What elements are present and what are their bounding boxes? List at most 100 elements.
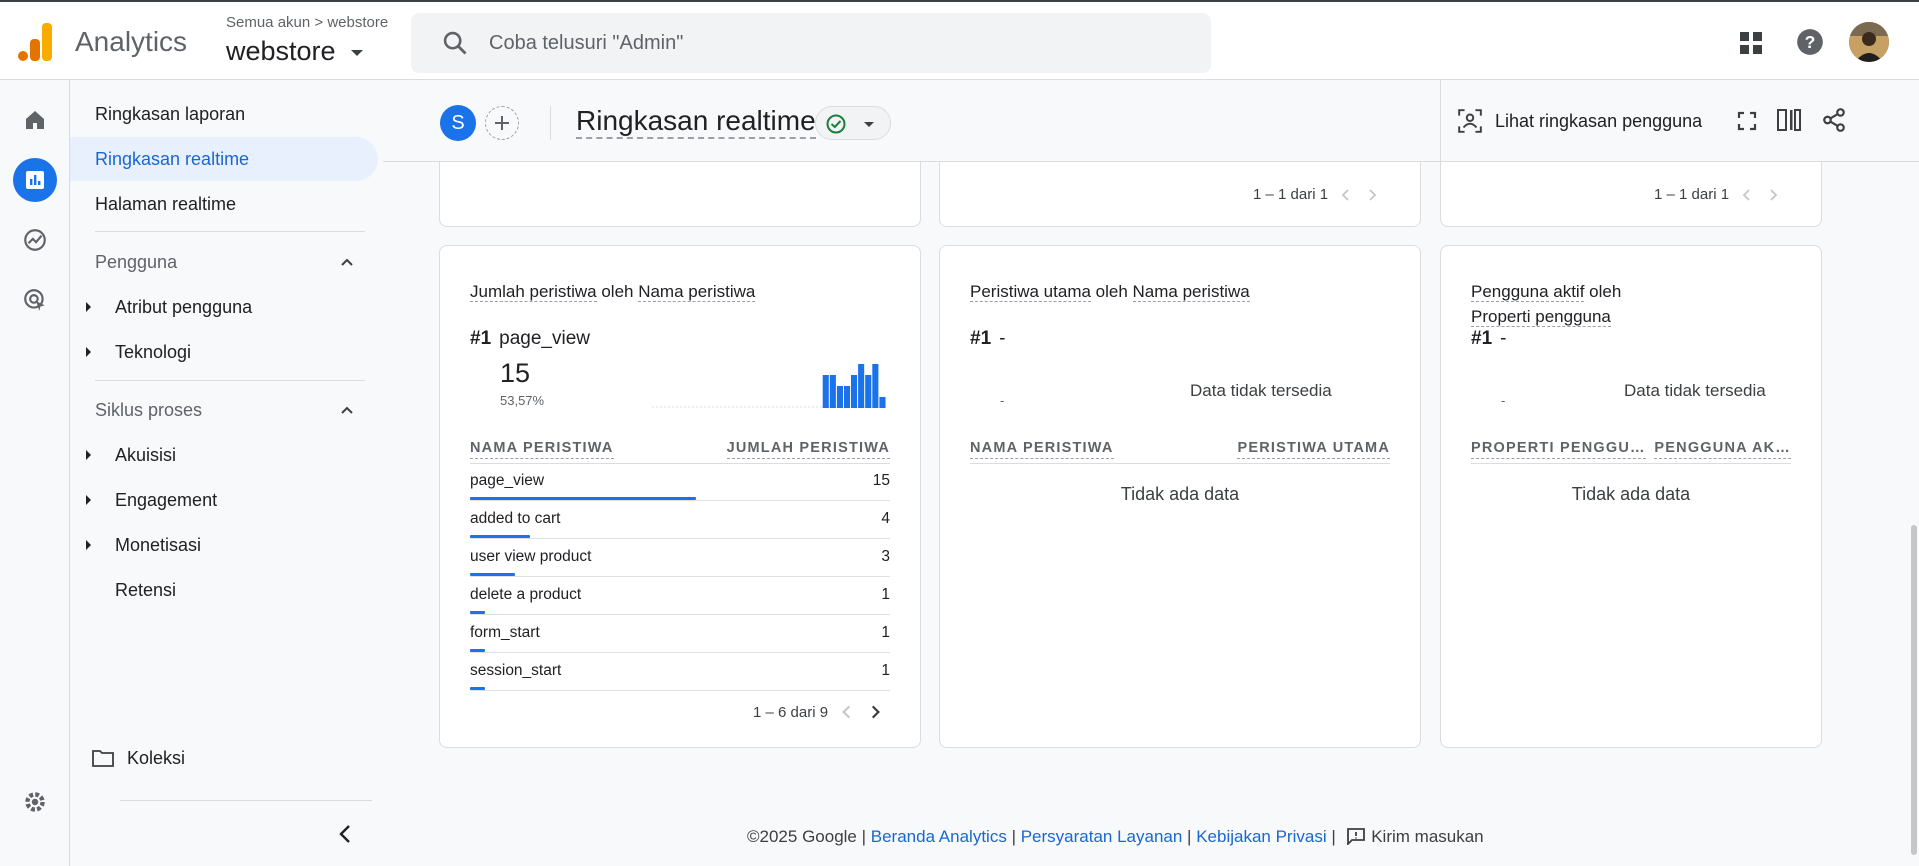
nav-item-realtime-overview[interactable]: Ringkasan realtime: [70, 137, 378, 181]
row-value: 15: [872, 472, 890, 489]
column-header-user-property[interactable]: PROPERTI PENGGU…: [1471, 440, 1646, 459]
chart-bar: [844, 386, 851, 408]
home-icon[interactable]: [13, 98, 57, 142]
chevron-left-icon[interactable]: [1338, 187, 1354, 203]
nav-item-retention[interactable]: Retensi: [70, 568, 378, 612]
apps-grid-icon[interactable]: [1739, 31, 1763, 55]
chevron-right-icon[interactable]: [1765, 187, 1781, 203]
search-bar[interactable]: [411, 13, 1211, 73]
chart-no-data: Data tidak tersedia: [1624, 381, 1766, 400]
nav-item-report-summary[interactable]: Ringkasan laporan: [70, 92, 378, 136]
pager: 1 – 1 dari 1: [1654, 186, 1781, 203]
explore-icon[interactable]: [13, 218, 57, 262]
avatar[interactable]: [1849, 22, 1889, 62]
nav-item-collections[interactable]: Koleksi: [70, 736, 378, 780]
nav-item-realtime-pages[interactable]: Halaman realtime: [70, 182, 378, 226]
analytics-logo-icon[interactable]: [18, 23, 52, 61]
expand-arrow-icon: [86, 302, 91, 312]
chart-bar: [872, 364, 879, 408]
chevron-up-icon: [341, 258, 353, 266]
card-title[interactable]: Peristiwa utama oleh Nama peristiwa: [970, 279, 1250, 304]
column-header-event-name[interactable]: NAMA PERISTIWA: [970, 440, 1114, 459]
divider: [120, 800, 372, 801]
chevron-right-icon[interactable]: [866, 703, 884, 721]
row-label: page_view: [470, 472, 545, 489]
divider: [95, 380, 365, 381]
breadcrumb[interactable]: Semua akun > webstore: [226, 14, 388, 31]
card-title[interactable]: Pengguna aktif oleh Properti pengguna: [1471, 279, 1621, 329]
row-label: added to cart: [470, 510, 561, 527]
divider: [1471, 463, 1791, 464]
table-row[interactable]: added to cart 4: [470, 501, 890, 539]
comparison-chip[interactable]: S: [440, 105, 476, 141]
caret-down-icon: [864, 122, 874, 127]
row-label: form_start: [470, 624, 540, 641]
nav-section-lifecycle[interactable]: Siklus proses: [70, 388, 370, 432]
share-icon[interactable]: [1821, 107, 1847, 133]
compare-columns-icon[interactable]: [1776, 108, 1802, 132]
card-event-count: Jumlah peristiwa oleh Nama peristiwa #1 p…: [439, 245, 921, 748]
row-proportion-bar: [470, 649, 486, 652]
row-label: session_start: [470, 662, 562, 679]
divider: [970, 463, 1390, 464]
card-active-users: Pengguna aktif oleh Properti pengguna #1-…: [1440, 245, 1822, 748]
send-feedback-button[interactable]: Kirim masukan: [1346, 827, 1484, 847]
card-title[interactable]: Jumlah peristiwa oleh Nama peristiwa: [470, 279, 756, 304]
table-row[interactable]: delete a product 1: [470, 577, 890, 615]
table-row[interactable]: form_start 1: [470, 615, 890, 653]
chevron-left-icon[interactable]: [1739, 187, 1755, 203]
top-value: 15: [500, 358, 531, 388]
link-analytics-home[interactable]: Beranda Analytics: [871, 827, 1007, 846]
app-name: Analytics: [75, 26, 188, 57]
column-header-active-users[interactable]: PENGGUNA AK…: [1654, 440, 1791, 459]
table-row[interactable]: session_start 1: [470, 653, 890, 691]
divider: [550, 106, 551, 140]
column-header-event-name[interactable]: NAMA PERISTIWA: [470, 440, 614, 459]
table-row[interactable]: user view product 3: [470, 539, 890, 577]
chevron-right-icon[interactable]: [1364, 187, 1380, 203]
link-terms[interactable]: Persyaratan Layanan: [1021, 827, 1183, 846]
nav-section-users[interactable]: Pengguna: [70, 240, 370, 284]
table-row[interactable]: page_view 15: [470, 463, 890, 501]
mini-bar-chart: [652, 364, 886, 408]
view-user-summary-button[interactable]: Lihat ringkasan pengguna: [1457, 108, 1702, 134]
row-value: 1: [881, 624, 890, 641]
card-key-events: Peristiwa utama oleh Nama peristiwa #1- …: [939, 245, 1421, 748]
nav-item-user-attributes[interactable]: Atribut pengguna: [70, 285, 378, 329]
row-label: user view product: [470, 548, 592, 565]
help-icon[interactable]: ?: [1796, 28, 1824, 56]
scrollbar-thumb[interactable]: [1911, 525, 1917, 855]
link-privacy[interactable]: Kebijakan Privasi: [1196, 827, 1326, 846]
nav-item-tech[interactable]: Teknologi: [70, 330, 378, 374]
status-dropdown[interactable]: [815, 106, 891, 140]
fullscreen-icon[interactable]: [1737, 111, 1757, 131]
chart-bar: [851, 375, 858, 408]
caret-down-icon[interactable]: [351, 50, 363, 56]
property-selector[interactable]: webstore: [226, 36, 336, 67]
chart-bar: [822, 375, 829, 408]
reports-icon[interactable]: [13, 158, 57, 202]
search-input[interactable]: [489, 13, 1189, 73]
svg-text:?: ?: [1805, 32, 1816, 52]
report-header: S Ringkasan realtime Lihat ringkasan pen…: [383, 80, 1919, 162]
column-header-key-events[interactable]: PERISTIWA UTAMA: [1237, 440, 1390, 459]
column-header-event-count[interactable]: JUMLAH PERISTIWA: [726, 440, 890, 459]
folder-icon: [92, 750, 114, 767]
chart-bar: [829, 375, 836, 408]
top-value: -: [1501, 393, 1506, 408]
settings-icon[interactable]: [13, 780, 57, 824]
nav-item-engagement[interactable]: Engagement: [70, 478, 378, 522]
feedback-icon: [1347, 828, 1366, 847]
chart-no-data: Data tidak tersedia: [1190, 381, 1332, 400]
advertising-icon[interactable]: [13, 278, 57, 322]
search-icon: [443, 31, 467, 55]
row-value: 4: [881, 510, 890, 527]
chevron-left-icon[interactable]: [838, 703, 856, 721]
collapse-nav-icon[interactable]: [338, 824, 352, 844]
chevron-up-icon: [341, 406, 353, 414]
nav-item-acquisition[interactable]: Akuisisi: [70, 433, 378, 477]
row-proportion-bar: [470, 611, 486, 614]
add-comparison-button[interactable]: [485, 106, 519, 140]
chart-bar: [879, 397, 886, 408]
nav-item-monetization[interactable]: Monetisasi: [70, 523, 378, 567]
